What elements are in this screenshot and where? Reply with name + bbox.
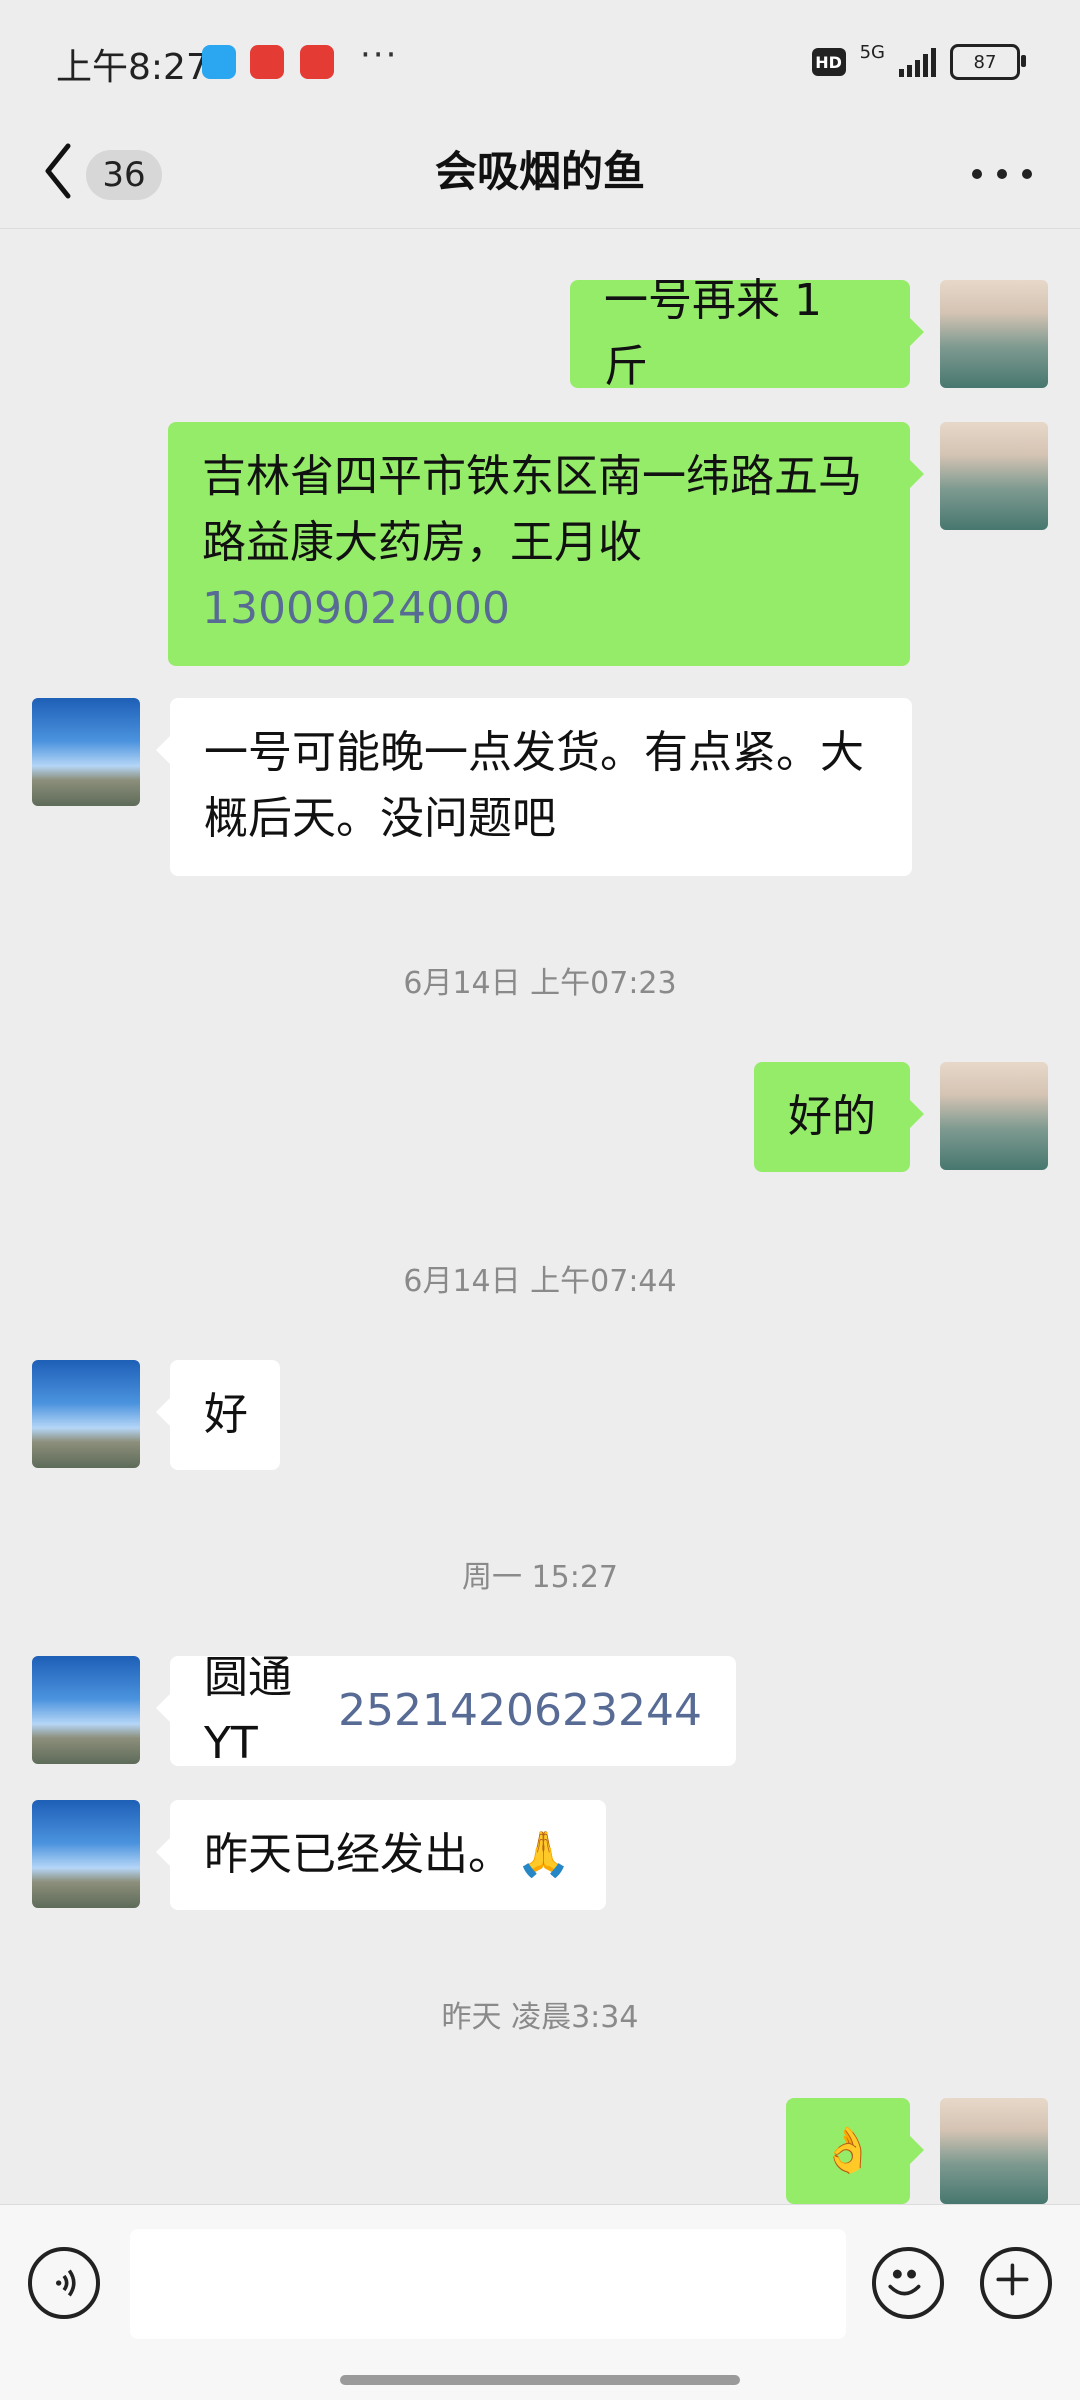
home-indicator[interactable] [340, 2375, 740, 2385]
message-bubble-sent[interactable]: 一号再来 1 斤 [570, 275, 924, 392]
status-more-icon: ··· [360, 35, 399, 75]
message-text: 昨天已经发出。 [204, 1829, 512, 1880]
message-bubble-received[interactable]: 昨天已经发出。 🙏 [156, 1800, 606, 1910]
message-text-line: 路益康大药房，王月收 [202, 517, 642, 568]
contact-avatar[interactable] [32, 1360, 140, 1468]
status-bar: 上午8:27 ··· HD 5G 87 [0, 0, 1080, 120]
chat-input-bar [0, 2204, 1080, 2400]
my-avatar[interactable] [940, 1062, 1048, 1170]
battery-level: 87 [973, 51, 997, 73]
phone-number-link[interactable]: 13009024000 [202, 576, 510, 642]
message-bubble-sent[interactable]: 好的 [754, 1062, 924, 1172]
my-avatar[interactable] [940, 280, 1048, 388]
praying-hands-emoji: 🙏 [516, 1829, 571, 1880]
message-bubble-sent[interactable]: 吉林省四平市铁东区南一纬路五马 路益康大药房，王月收 13009024000 [168, 422, 924, 666]
ok-hand-emoji: 👌 [820, 2125, 876, 2176]
time-separator: 6月14日 上午07:44 [403, 1264, 677, 1299]
time-separator: 6月14日 上午07:23 [403, 966, 677, 1001]
message-text-line: 吉林省四平市铁东区南一纬路五马 [202, 451, 862, 502]
chat-screen: 上午8:27 ··· HD 5G 87 36 会吸烟的鱼 一号再来 1 斤 吉林… [0, 0, 1080, 2400]
chat-title: 会吸烟的鱼 [434, 147, 645, 196]
hd-icon: HD [811, 48, 846, 76]
battery-icon: 87 [950, 44, 1026, 80]
my-avatar[interactable] [940, 422, 1048, 530]
voice-input-icon[interactable] [28, 2247, 100, 2319]
back-icon[interactable] [38, 136, 78, 206]
contact-avatar[interactable] [32, 1800, 140, 1908]
emoji-icon[interactable] [872, 2247, 944, 2319]
message-text-line: 概后天。没问题吧 [204, 793, 556, 844]
message-text: 一号再来 1 斤 [604, 275, 822, 392]
message-input[interactable] [130, 2229, 846, 2339]
message-bubble-sent[interactable]: 👌 [786, 2098, 924, 2204]
status-right-group: HD 5G 87 [811, 40, 1026, 84]
message-text: 好 [204, 1389, 248, 1440]
chat-header: 36 会吸烟的鱼 [0, 120, 1080, 230]
kandian-app-icon [250, 45, 284, 79]
network-5g-label: 5G [859, 41, 885, 63]
signal-icon [899, 47, 936, 77]
message-text: 好的 [788, 1091, 876, 1142]
header-divider [0, 228, 1080, 229]
message-text-line: 一号可能晚一点发货。有点紧。大 [204, 727, 864, 778]
time-separator: 周一 15:27 [462, 1560, 618, 1595]
message-text: 圆通 YT [204, 1652, 292, 1769]
message-bubble-received[interactable]: 好 [156, 1360, 280, 1470]
add-more-icon[interactable] [980, 2247, 1052, 2319]
message-bubble-received[interactable]: 圆通 YT 2521420623244 [156, 1652, 736, 1769]
status-time: 上午8:27 [56, 47, 209, 88]
toutiao-app-icon [300, 45, 334, 79]
message-bubble-received[interactable]: 一号可能晚一点发货。有点紧。大 概后天。没问题吧 [156, 698, 912, 876]
more-options-icon[interactable] [972, 164, 1032, 184]
my-avatar[interactable] [940, 2098, 1048, 2204]
browser-app-icon [202, 45, 236, 79]
contact-avatar[interactable] [32, 1656, 140, 1764]
time-separator: 昨天 凌晨3:34 [441, 2000, 639, 2035]
unread-count-badge[interactable]: 36 [86, 150, 162, 200]
tracking-number-link[interactable]: 2521420623244 [338, 1678, 702, 1744]
contact-avatar[interactable] [32, 698, 140, 806]
